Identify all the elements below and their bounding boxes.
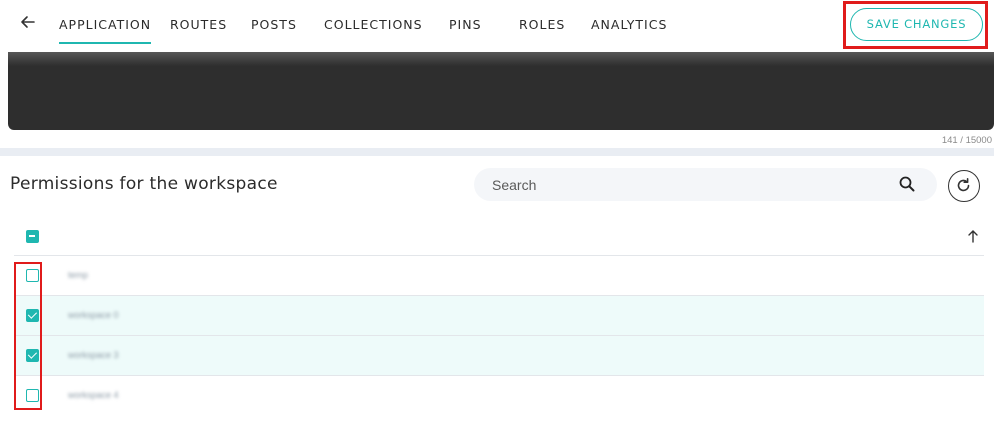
section-divider [0,148,994,156]
search-icon[interactable] [898,175,916,193]
character-counter: 141 / 15000 [941,135,992,146]
row-label: workspace 0 [68,310,119,320]
search-bar [474,168,937,201]
refresh-button[interactable] [948,170,980,202]
tab-application[interactable]: APPLICATION [59,17,152,44]
table-row[interactable]: workspace 3 [14,336,984,376]
tab-posts[interactable]: POSTS [251,17,297,32]
tab-pins[interactable]: PINS [449,17,482,32]
table-header [14,218,984,256]
code-editor[interactable] [8,50,994,130]
search-input[interactable] [492,175,872,195]
table-row[interactable]: workspace 0 [14,296,984,336]
checkbox-column-highlight [14,262,42,410]
tab-routes[interactable]: ROUTES [170,17,227,32]
row-label: temp [68,270,89,280]
refresh-icon [957,178,970,192]
row-label: workspace 4 [68,390,119,400]
row-label: workspace 3 [68,350,119,360]
select-all-checkbox[interactable] [26,230,39,243]
save-changes-button[interactable]: SAVE CHANGES [850,8,983,41]
table-row[interactable]: workspace 4 [14,376,984,416]
back-arrow-icon[interactable] [20,12,40,36]
table-row[interactable]: temp [14,256,984,296]
tab-analytics[interactable]: ANALYTICS [591,17,667,32]
tab-collections[interactable]: COLLECTIONS [324,17,423,32]
sort-arrow-up-icon[interactable] [966,228,980,244]
top-nav: APPLICATION ROUTES POSTS COLLECTIONS PIN… [0,0,994,52]
permissions-title: Permissions for the workspace [10,174,278,194]
tab-roles[interactable]: ROLES [519,17,565,32]
